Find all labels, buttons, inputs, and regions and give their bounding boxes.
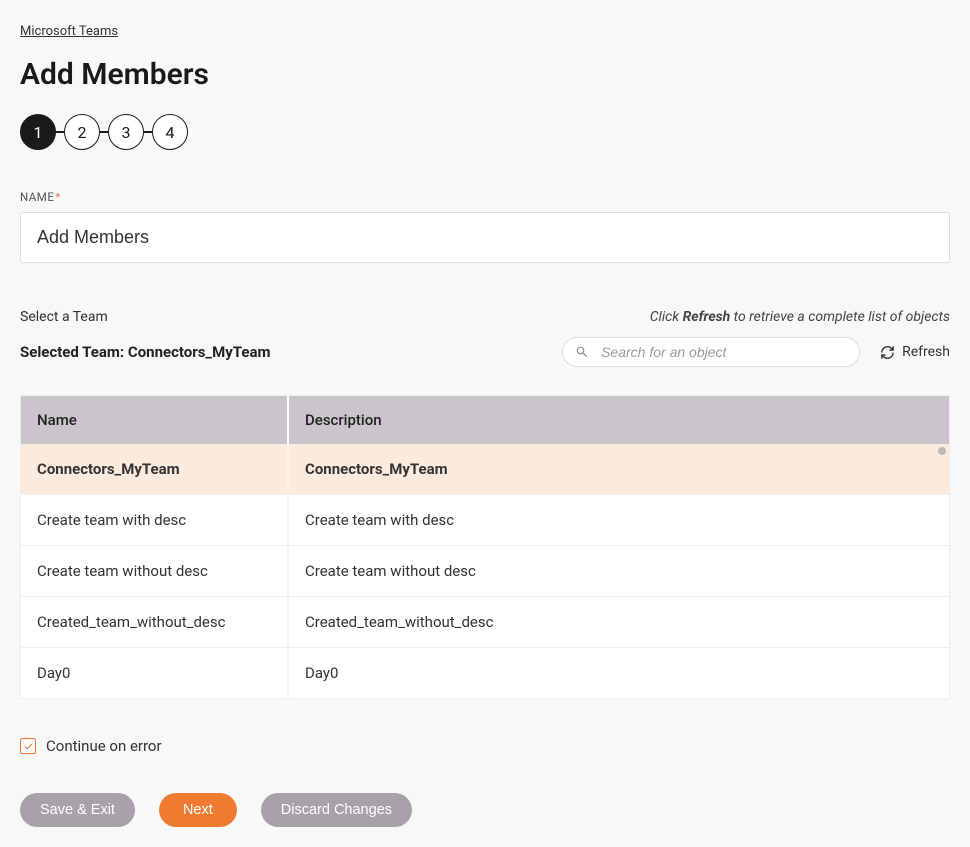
refresh-icon <box>880 345 895 360</box>
cell-name: Connectors_MyTeam <box>21 444 289 494</box>
required-indicator: * <box>55 190 60 204</box>
cell-description: Connectors_MyTeam <box>289 444 949 494</box>
team-table: Name Description Connectors_MyTeamConnec… <box>20 395 950 699</box>
step-4[interactable]: 4 <box>152 114 188 150</box>
checkmark-icon <box>23 741 34 752</box>
search-input[interactable] <box>562 337 860 367</box>
refresh-helper-text: Click Refresh to retrieve a complete lis… <box>650 309 950 325</box>
scrollbar-thumb[interactable] <box>938 447 946 455</box>
table-body: Connectors_MyTeamConnectors_MyTeamCreate… <box>21 444 949 698</box>
discard-changes-button[interactable]: Discard Changes <box>261 793 412 827</box>
breadcrumb-link[interactable]: Microsoft Teams <box>20 24 118 39</box>
cell-name: Create team without desc <box>21 546 289 596</box>
step-3[interactable]: 3 <box>108 114 144 150</box>
step-1[interactable]: 1 <box>20 114 56 150</box>
table-row[interactable]: Create team without descCreate team with… <box>21 546 949 597</box>
refresh-label: Refresh <box>902 344 950 360</box>
save-exit-button[interactable]: Save & Exit <box>20 793 135 827</box>
step-connector <box>56 131 64 133</box>
table-row[interactable]: Connectors_MyTeamConnectors_MyTeam <box>21 444 949 495</box>
cell-description: Created_team_without_desc <box>289 597 949 647</box>
column-header-description[interactable]: Description <box>289 396 949 444</box>
name-label: NAME* <box>20 190 950 204</box>
refresh-button[interactable]: Refresh <box>880 344 950 360</box>
step-connector <box>144 131 152 133</box>
selected-team-label: Selected Team: Connectors_MyTeam <box>20 343 271 361</box>
cell-name: Day0 <box>21 648 289 698</box>
cell-name: Create team with desc <box>21 495 289 545</box>
table-row[interactable]: Created_team_without_descCreated_team_wi… <box>21 597 949 648</box>
search-icon <box>575 345 589 359</box>
continue-on-error-checkbox[interactable] <box>20 738 36 754</box>
step-2[interactable]: 2 <box>64 114 100 150</box>
continue-on-error-label: Continue on error <box>46 737 162 755</box>
column-header-name[interactable]: Name <box>21 396 289 444</box>
name-input[interactable] <box>20 212 950 263</box>
next-button[interactable]: Next <box>159 793 237 827</box>
cell-description: Day0 <box>289 648 949 698</box>
table-header: Name Description <box>21 396 949 444</box>
cell-name: Created_team_without_desc <box>21 597 289 647</box>
cell-description: Create team without desc <box>289 546 949 596</box>
cell-description: Create team with desc <box>289 495 949 545</box>
table-row[interactable]: Create team with descCreate team with de… <box>21 495 949 546</box>
stepper: 1 2 3 4 <box>20 114 950 150</box>
page-title: Add Members <box>20 57 950 92</box>
select-team-label: Select a Team <box>20 309 108 325</box>
table-row[interactable]: Day0Day0 <box>21 648 949 698</box>
step-connector <box>100 131 108 133</box>
